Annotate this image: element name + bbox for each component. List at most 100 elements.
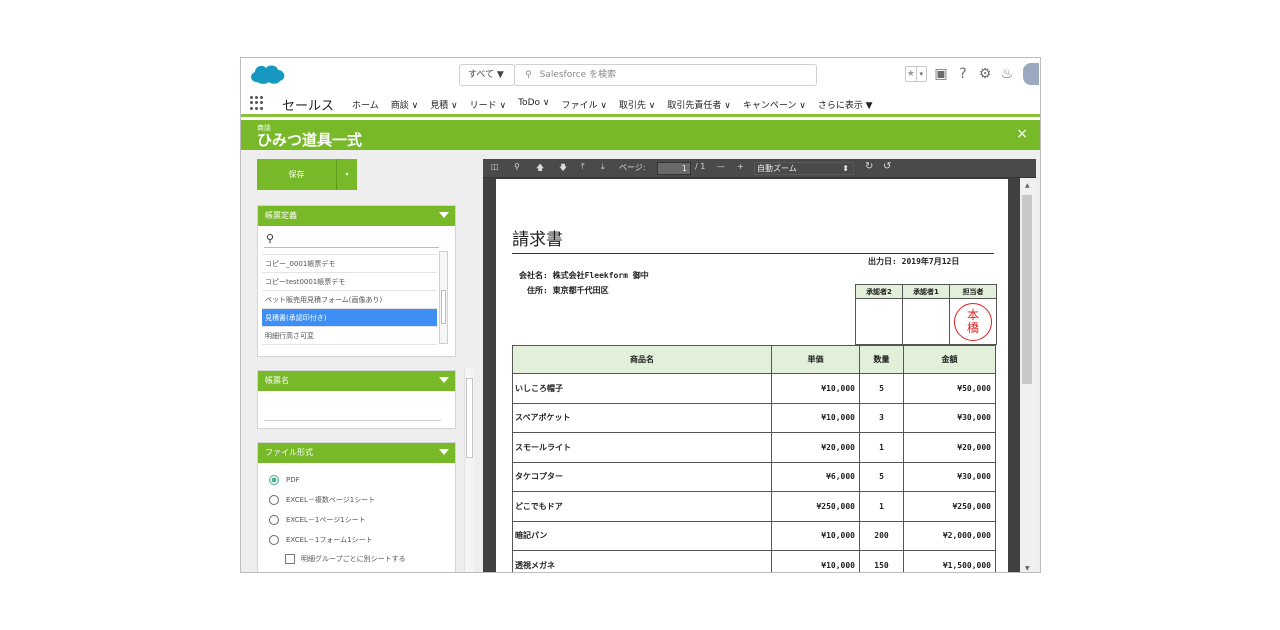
nav-item-more[interactable]: さらに表示 ▼ [818, 98, 873, 111]
nav-item-campaigns[interactable]: キャンペーン ∨ [743, 98, 806, 111]
scrollbar-thumb[interactable] [441, 290, 446, 324]
checkbox-icon [285, 554, 295, 564]
collapse-icon[interactable] [439, 449, 449, 455]
group-sheet-checkbox[interactable]: 明細グループごとに別シートする [285, 554, 406, 564]
template-list-scrollbar[interactable] [439, 251, 448, 344]
amount-cell: ¥2,000,000 [903, 520, 996, 551]
seal-stamp: 本橋 [954, 302, 992, 341]
item-name-cell: スペアポケット [512, 402, 772, 433]
radio-excel-form-per-sheet[interactable]: EXCEL－1フォーム1シート [269, 535, 373, 545]
scroll-down-icon[interactable]: ▼ [1025, 565, 1030, 572]
item-name-cell: 透視メガネ [512, 550, 772, 572]
column-header: 金額 [903, 345, 996, 374]
salesforce-logo[interactable] [247, 62, 287, 86]
divider [512, 253, 994, 254]
template-search-input[interactable]: ⚲ [264, 232, 439, 248]
radio-excel-multipage[interactable]: EXCEL－複数ページ1シート [269, 495, 375, 505]
plus-icon[interactable]: ▣ [933, 66, 949, 82]
prev-page-icon[interactable]: 🡅 [536, 162, 544, 176]
nav-item-quotes[interactable]: 見積 ∨ [430, 98, 457, 111]
nav-item-todo[interactable]: ToDo ∨ [518, 98, 549, 111]
list-item[interactable]: コピー_0001帳票デモ [262, 255, 437, 273]
format-panel-header[interactable]: ファイル形式 [258, 443, 455, 463]
table-row: スモールライト ¥20,000 1 ¥20,000 [512, 432, 996, 463]
name-panel: 帳票名 [257, 370, 456, 429]
rotate-ccw-icon[interactable]: ↺ [883, 161, 891, 172]
radio-label: EXCEL－1ページ1シート [286, 516, 366, 524]
quantity-cell: 3 [859, 402, 904, 433]
collapse-icon[interactable] [439, 377, 449, 383]
list-item[interactable]: 明細行高さ可変 [262, 327, 437, 345]
amount-cell: ¥20,000 [903, 432, 996, 463]
save-button[interactable]: 保存 ▾ [257, 159, 357, 190]
unit-price-cell: ¥10,000 [771, 550, 860, 572]
nav-item-home[interactable]: ホーム [352, 98, 379, 111]
collapse-icon[interactable] [439, 212, 449, 218]
setup-gear-icon[interactable]: ⚙ [977, 66, 993, 82]
favorites-button[interactable]: ★ ▾ [905, 66, 927, 82]
person-in-charge-cell: 本橋 [949, 298, 997, 345]
pdf-scrollbar[interactable]: ▲ ▼ [1020, 178, 1036, 572]
global-search-input[interactable]: ⚲ Salesforce を検索 [514, 64, 817, 86]
last-page-icon[interactable]: ⤓ [601, 162, 605, 172]
close-icon[interactable]: × [1016, 126, 1028, 142]
nav-item-accounts[interactable]: 取引先 ∨ [619, 98, 655, 111]
item-name-cell: タケコプター [512, 461, 772, 492]
radio-icon [269, 535, 279, 545]
amount-cell: ¥30,000 [903, 461, 996, 492]
header-actions: ★ ▾ ▣ ? ⚙ ♨ [905, 63, 1039, 85]
list-item-selected[interactable]: 見積書(承認印付き) [262, 309, 437, 327]
template-list: コピー_0001帳票デモ コピーtest0001帳票デモ ペット販売用見積フォー… [262, 251, 437, 346]
unit-price-cell: ¥10,000 [771, 520, 860, 551]
record-title-bar: 商談 ひみつ道具一式 × [241, 120, 1040, 150]
name-panel-title: 帳票名 [265, 376, 289, 385]
items-table: 商品名 単価 数量 金額 いしころ帽子 ¥10,000 5 ¥50,000 スペアポケッ… [512, 345, 996, 572]
avatar[interactable] [1023, 63, 1039, 85]
page-number-input[interactable]: 1 [657, 162, 691, 175]
zoom-value: 自動ズーム [757, 164, 797, 173]
radio-icon [269, 495, 279, 505]
table-row: 透視メガネ ¥10,000 150 ¥1,500,000 [512, 550, 996, 572]
pdf-toolbar: ◫ ⚲ 🡅 🡇 ⤒ ⤓ ページ: 1 / 1 — + 自動ズーム ⬍ ↻ ↺ [483, 159, 1036, 178]
browser-frame: すべて ▼ ⚲ Salesforce を検索 ★ ▾ ▣ ? ⚙ ♨ セールス ホー… [240, 57, 1041, 573]
report-name-input[interactable] [264, 420, 441, 421]
pdf-viewer: ◫ ⚲ 🡅 🡇 ⤒ ⤓ ページ: 1 / 1 — + 自動ズーム ⬍ ↻ ↺ 請求… [483, 159, 1036, 572]
template-panel: 帳票定義 ⚲ コピー_0001帳票デモ コピーtest0001帳票デモ ペット販… [257, 205, 456, 357]
scroll-up-icon[interactable]: ▲ [1025, 182, 1030, 189]
nav-item-opportunities[interactable]: 商談 ∨ [391, 98, 418, 111]
zoom-select[interactable]: 自動ズーム ⬍ [754, 162, 854, 175]
search-placeholder: Salesforce を検索 [539, 70, 617, 80]
template-panel-header[interactable]: 帳票定義 [258, 206, 455, 226]
unit-price-cell: ¥10,000 [771, 373, 860, 404]
list-item[interactable]: ペット販売用見積フォーム(画像あり) [262, 291, 437, 309]
radio-excel-page-per-sheet[interactable]: EXCEL－1ページ1シート [269, 515, 366, 525]
zoom-in-icon[interactable]: + [737, 162, 744, 171]
form-scrollbar[interactable] [464, 368, 474, 572]
radio-label: PDF [286, 476, 300, 484]
find-icon[interactable]: ⚲ [514, 162, 520, 171]
unit-price-cell: ¥6,000 [771, 461, 860, 492]
pdf-page: 請求書 出力日: 2019年7月12日 会社名: 株式会社Fleekform 御… [496, 179, 1008, 572]
scrollbar-thumb[interactable] [466, 378, 473, 458]
quantity-cell: 5 [859, 461, 904, 492]
name-panel-header[interactable]: 帳票名 [258, 371, 455, 391]
app-launcher-icon[interactable] [250, 96, 264, 110]
rotate-cw-icon[interactable]: ↻ [865, 161, 873, 172]
sidebar-toggle-icon[interactable]: ◫ [491, 162, 499, 171]
table-row: 暗記パン ¥10,000 200 ¥2,000,000 [512, 520, 996, 551]
first-page-icon[interactable]: ⤒ [581, 162, 585, 172]
nav-item-contacts[interactable]: 取引先責任者 ∨ [667, 98, 730, 111]
chevron-down-icon: ▾ [915, 67, 927, 81]
next-page-icon[interactable]: 🡇 [559, 162, 567, 176]
notification-bell-icon[interactable]: ♨ [999, 66, 1015, 82]
save-dropdown-icon[interactable]: ▾ [336, 159, 357, 190]
list-item[interactable]: コピーtest0001帳票デモ [262, 273, 437, 291]
scrollbar-thumb[interactable] [1022, 195, 1032, 384]
radio-pdf[interactable]: PDF [269, 475, 300, 485]
search-scope-dropdown[interactable]: すべて ▼ [459, 64, 515, 86]
nav-item-leads[interactable]: リード ∨ [470, 98, 506, 111]
help-icon[interactable]: ? [955, 66, 971, 82]
zoom-out-icon[interactable]: — [717, 162, 725, 171]
star-icon: ★ [906, 69, 915, 79]
nav-item-files[interactable]: ファイル ∨ [561, 98, 606, 111]
